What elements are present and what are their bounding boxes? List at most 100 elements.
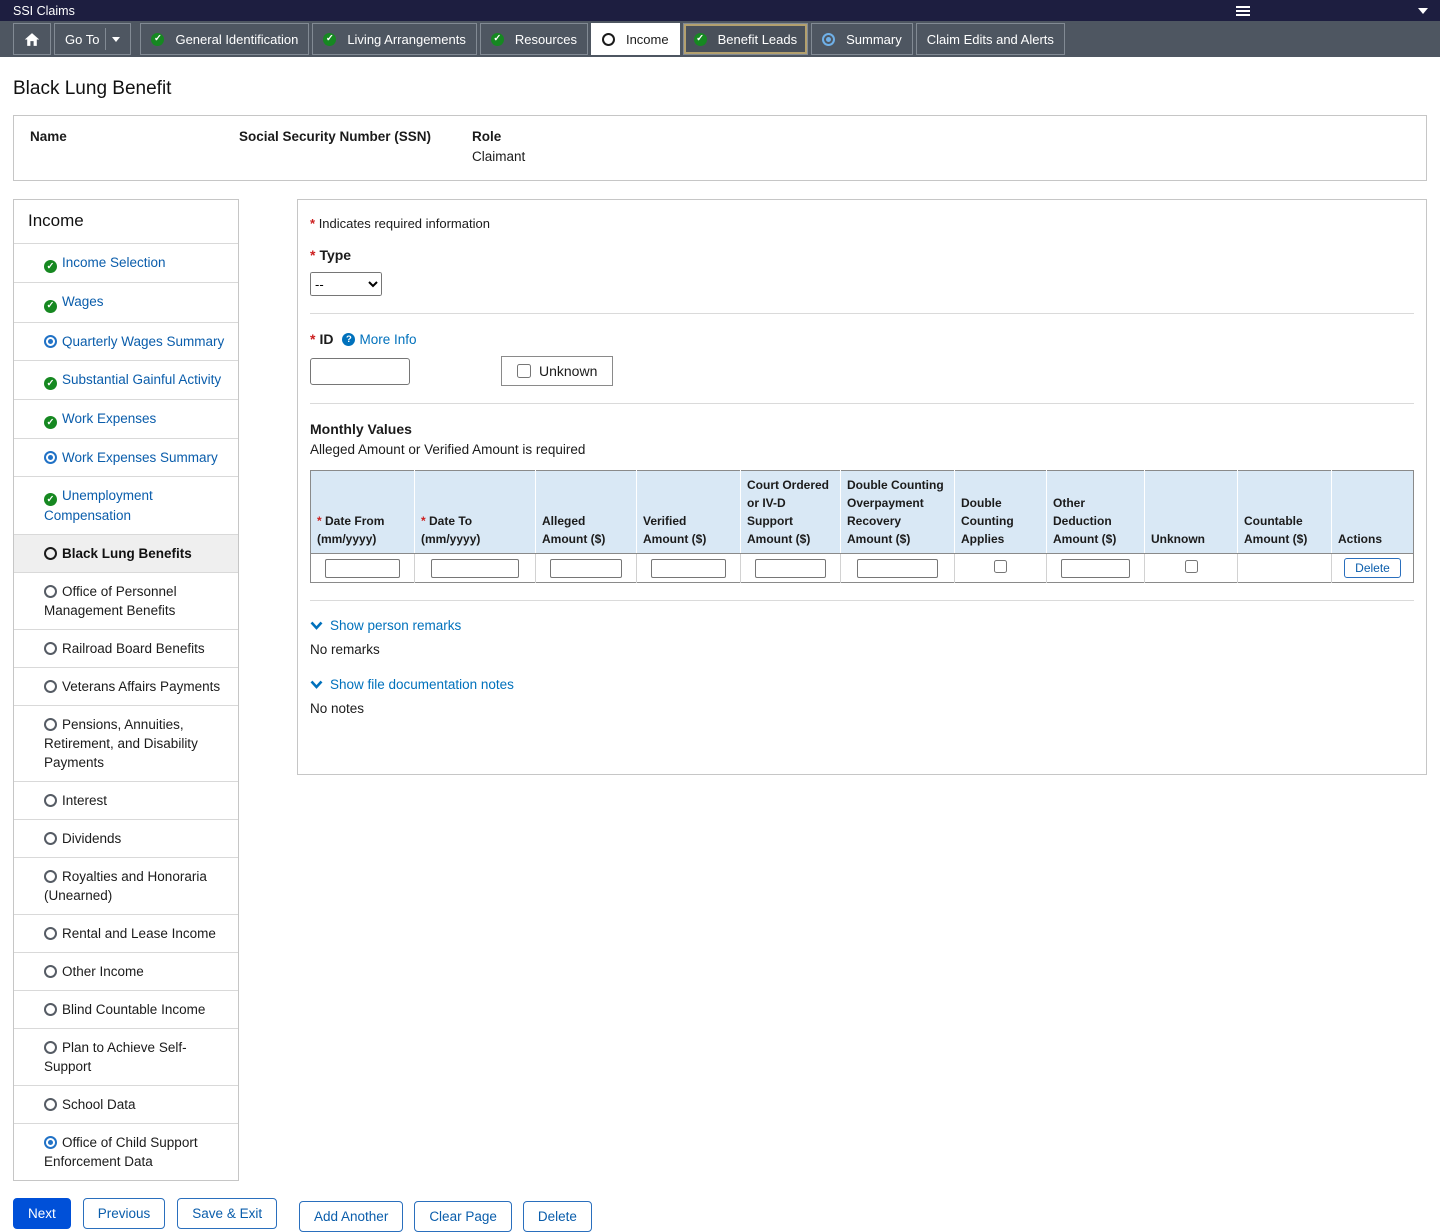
menu-icon[interactable] xyxy=(1236,5,1250,16)
not-started-icon xyxy=(44,718,57,732)
table-header-row: * Date From (mm/yyyy) * Date To (mm/yyyy)… xyxy=(310,470,1414,554)
more-info-link[interactable]: More Info xyxy=(359,332,416,347)
double-counting-applies-checkbox[interactable] xyxy=(994,560,1007,573)
next-button[interactable]: Next xyxy=(13,1198,71,1230)
add-another-button[interactable]: Add Another xyxy=(299,1201,404,1232)
sidebar-item-rental-and-lease-income[interactable]: Rental and Lease Income xyxy=(14,914,238,952)
id-unknown-box[interactable]: Unknown xyxy=(501,356,614,386)
sidebar-item-office-of-child-support-enforcement-data[interactable]: Office of Child Support Enforcement Data xyxy=(14,1123,238,1180)
sidebar-item-blind-countable-income[interactable]: Blind Countable Income xyxy=(14,990,238,1028)
sidebar-item-label: Plan to Achieve Self-Support xyxy=(44,1040,187,1075)
not-started-icon xyxy=(44,585,57,599)
col-header-unknown: Unknown xyxy=(1144,470,1238,554)
tab-resources[interactable]: ✓ Resources xyxy=(479,23,588,55)
sidebar-item-black-lung-benefits[interactable]: Black Lung Benefits xyxy=(14,534,238,573)
court-ordered-or-iv-d-support-amount-input[interactable] xyxy=(755,558,826,578)
sidebar-item-royalties-and-honoraria-unearned[interactable]: Royalties and Honoraria (Unearned) xyxy=(14,857,238,914)
sidebar-item-unemployment-compensation[interactable]: ✓ Unemployment Compensation xyxy=(14,476,238,534)
person-remarks-toggle[interactable]: Show person remarks xyxy=(310,618,1414,633)
role-label: Role xyxy=(472,129,502,144)
sidebar-item-veterans-affairs-payments[interactable]: Veterans Affairs Payments xyxy=(14,667,238,705)
in-progress-icon xyxy=(44,451,57,464)
complete-check-icon: ✓ xyxy=(44,416,57,429)
sidebar-item-plan-to-achieve-self-support[interactable]: Plan to Achieve Self-Support xyxy=(14,1028,238,1085)
complete-check-icon: ✓ xyxy=(693,32,707,46)
divider xyxy=(310,313,1414,314)
sidebar-item-label: Wages xyxy=(62,294,104,310)
remarks-empty-text: No remarks xyxy=(310,642,380,657)
tab-label: Benefit Leads xyxy=(717,31,798,47)
sidebar-item-school-data[interactable]: School Data xyxy=(14,1085,238,1123)
sidebar-item-other-income[interactable]: Other Income xyxy=(14,952,238,990)
col-header-verified-amount: Verified Amount ($) xyxy=(636,470,741,554)
person-summary: Name Social Security Number (SSN) Role C… xyxy=(13,115,1427,181)
caret-down-icon[interactable] xyxy=(1418,7,1428,14)
sidebar-item-label: Office of Child Support Enforcement Data xyxy=(44,1135,198,1170)
tab-living-arrangements[interactable]: ✓ Living Arrangements xyxy=(312,23,477,55)
cell-alleged-amount xyxy=(535,553,637,583)
date-to-mm-yyyy-input[interactable] xyxy=(431,558,519,578)
tab-income[interactable]: Income xyxy=(590,23,680,55)
sidebar-item-office-of-personnel-management-benefits[interactable]: Office of Personnel Management Benefits xyxy=(14,572,238,629)
file-notes-toggle-label: Show file documentation notes xyxy=(330,677,514,692)
date-from-mm-yyyy-input[interactable] xyxy=(325,558,400,578)
info-icon[interactable]: ? xyxy=(342,332,356,346)
cell-countable-amount xyxy=(1237,553,1332,583)
complete-check-icon: ✓ xyxy=(44,493,57,507)
other-deduction-amount-input[interactable] xyxy=(1060,558,1131,578)
sidebar-item-interest[interactable]: Interest xyxy=(14,781,238,819)
tab-general-identification[interactable]: ✓ General Identification xyxy=(140,23,310,55)
notes-empty-text: No notes xyxy=(310,701,365,716)
id-unknown-checkbox[interactable] xyxy=(517,364,531,378)
goto-dropdown[interactable]: Go To xyxy=(54,23,132,55)
col-header-double-counting-applies: Double Counting Applies xyxy=(954,470,1047,554)
unknown-checkbox[interactable] xyxy=(1184,560,1198,573)
not-started-icon xyxy=(44,832,57,846)
sidebar-item-work-expenses[interactable]: ✓ Work Expenses xyxy=(14,398,238,438)
ssn-label: Social Security Number (SSN) xyxy=(239,129,432,144)
sidebar-item-income-selection[interactable]: ✓ Income Selection xyxy=(14,243,238,282)
sidebar-item-quarterly-wages-summary[interactable]: Quarterly Wages Summary xyxy=(14,321,238,360)
row-delete-button[interactable]: Delete xyxy=(1344,558,1401,578)
tab-benefit-leads[interactable]: ✓ Benefit Leads xyxy=(682,23,809,55)
file-notes-toggle[interactable]: Show file documentation notes xyxy=(310,677,1414,692)
sidebar-item-wages[interactable]: ✓ Wages xyxy=(14,282,238,321)
tab-summary[interactable]: Summary xyxy=(811,23,913,55)
alleged-amount-input[interactable] xyxy=(550,558,622,578)
not-started-icon xyxy=(44,680,57,694)
previous-button[interactable]: Previous xyxy=(82,1198,166,1230)
id-input[interactable] xyxy=(310,357,410,385)
sidebar-item-label: Royalties and Honoraria (Unearned) xyxy=(44,869,207,904)
sidebar-item-work-expenses-summary[interactable]: Work Expenses Summary xyxy=(14,438,238,476)
sidebar-item-substantial-gainful-activity[interactable]: ✓ Substantial Gainful Activity xyxy=(14,359,238,399)
col-header-date-from-mm-yyyy: * Date From (mm/yyyy) xyxy=(310,470,415,554)
cell-actions: Delete xyxy=(1331,553,1414,583)
type-label: * Type xyxy=(310,247,1414,263)
col-header-double-counting-overpayment-recovery-amount: Double Counting Overpayment Recovery Amo… xyxy=(840,470,955,554)
verified-amount-input[interactable] xyxy=(651,558,726,578)
not-started-icon xyxy=(44,965,57,979)
type-select[interactable]: -- xyxy=(310,272,382,296)
sidebar-item-label: Black Lung Benefits xyxy=(62,546,192,562)
sidebar-item-dividends[interactable]: Dividends xyxy=(14,819,238,857)
divider xyxy=(310,600,1414,601)
col-header-countable-amount: Countable Amount ($) xyxy=(1237,470,1332,554)
required-asterisk: * xyxy=(310,247,316,263)
sidebar-item-label: Unemployment Compensation xyxy=(44,488,153,524)
double-counting-overpayment-recovery-amount-input[interactable] xyxy=(856,558,939,578)
delete-button[interactable]: Delete xyxy=(522,1201,592,1232)
sidebar-item-pensions-annuities-retirement-and-disability-payments[interactable]: Pensions, Annuities, Retirement, and Dis… xyxy=(14,705,238,781)
cell-date-to-mm-yyyy xyxy=(414,553,536,583)
sidebar-item-railroad-board-benefits[interactable]: Railroad Board Benefits xyxy=(14,629,238,667)
sidebar-item-label: Other Income xyxy=(62,964,144,980)
home-button[interactable] xyxy=(13,23,51,55)
save-exit-button[interactable]: Save & Exit xyxy=(177,1198,278,1230)
id-field: * ID ? More Info Unknown xyxy=(310,331,1414,386)
tab-claim-edits-and-alerts[interactable]: Claim Edits and Alerts xyxy=(915,23,1065,55)
col-header-date-to-mm-yyyy: * Date To (mm/yyyy) xyxy=(414,470,536,554)
main-nav: Go To ✓ General Identification ✓ Living Arr… xyxy=(0,21,1440,57)
required-asterisk: * xyxy=(310,216,316,231)
home-icon xyxy=(24,32,40,46)
tab-label: Resources xyxy=(514,31,577,47)
clear-page-button[interactable]: Clear Page xyxy=(414,1201,512,1232)
